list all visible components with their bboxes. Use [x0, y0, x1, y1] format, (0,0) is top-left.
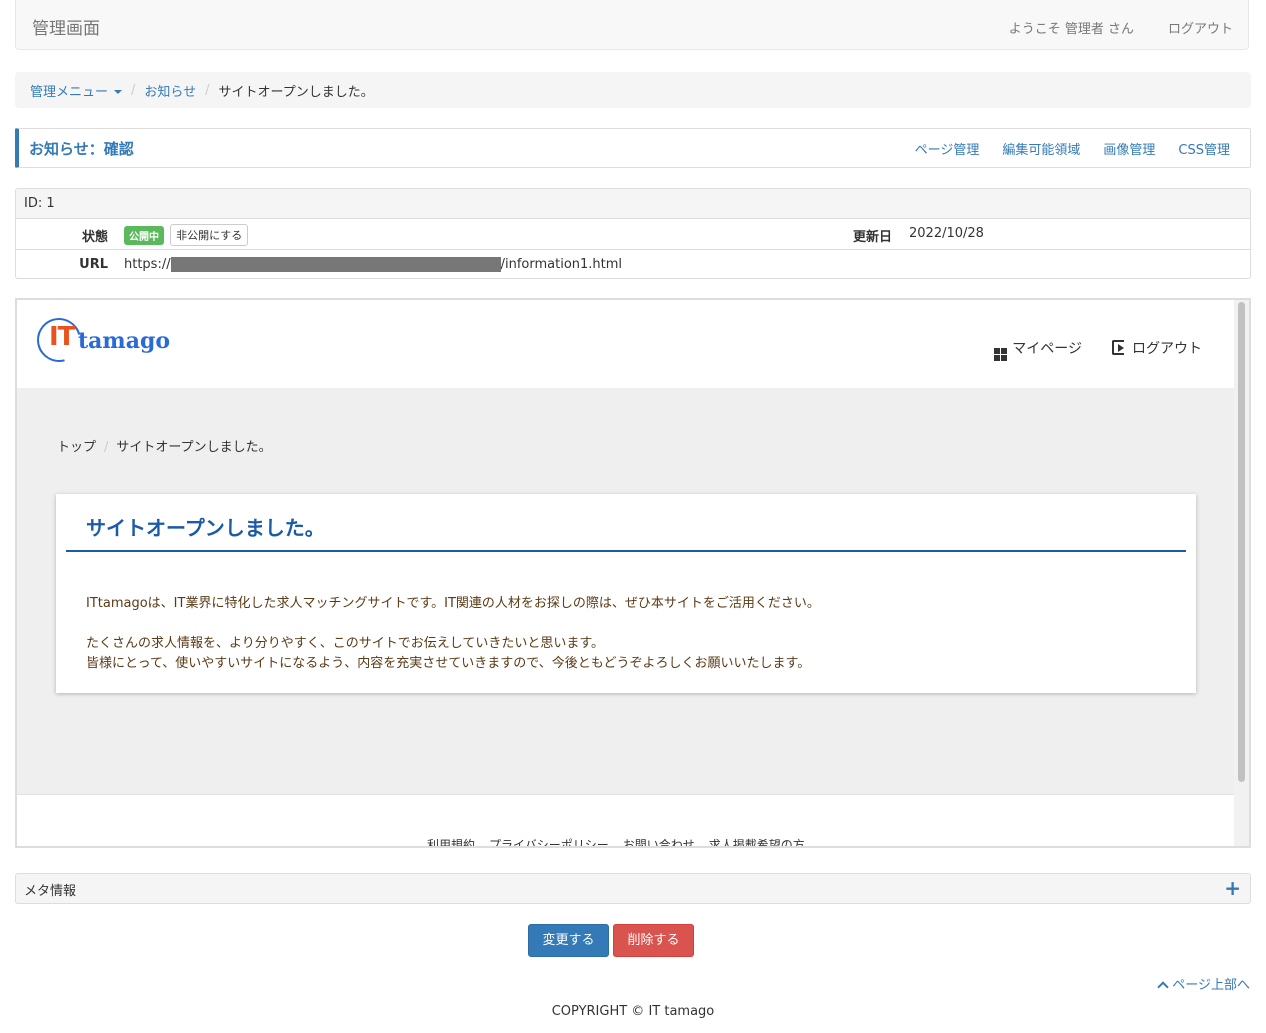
footer-link-terms[interactable]: 利用規約 [427, 836, 475, 846]
status-value: 公開中 非公開にする [124, 224, 249, 246]
status-label: 状態 [81, 230, 108, 245]
page-preview-frame[interactable]: IT tamago マイページ ログアウト トップ / サイトオープンしました。 サ… [15, 298, 1251, 848]
article-card: サイトオープンしました。 ITtamagoは、IT業界に特化した求人マッチングサ… [56, 494, 1196, 693]
preview-header: IT tamago マイページ ログアウト [17, 300, 1234, 388]
chevron-up-icon [1157, 981, 1169, 993]
breadcrumb-separator: / [104, 440, 109, 455]
meta-info-panel[interactable]: メタ情報 + [15, 873, 1251, 904]
edit-button[interactable]: 変更する [528, 924, 609, 957]
url-suffix: /information1.html [500, 257, 623, 272]
page-title: お知らせ：確認 [29, 140, 134, 158]
preview-mypage-link[interactable]: マイページ [994, 338, 1082, 361]
preview-logout-link[interactable]: ログアウト [1112, 338, 1202, 361]
editable-area-link[interactable]: 編集可能領域 [1002, 139, 1080, 158]
top-navbar: 管理画面 ようこそ 管理者 さん ログアウト [15, 0, 1249, 50]
welcome-text: ようこそ 管理者 さん [1008, 22, 1134, 37]
breadcrumb-news[interactable]: お知らせ [144, 81, 196, 100]
footer-link-job-posting[interactable]: 求人掲載希望の方 [709, 836, 805, 846]
title-divider [66, 550, 1186, 552]
logo-tamago-text: tamago [78, 328, 171, 354]
url-redacted [170, 257, 501, 272]
unpublish-button[interactable]: 非公開にする [170, 224, 249, 246]
article-title: サイトオープンしました。 [86, 516, 325, 540]
breadcrumb-admin-menu[interactable]: 管理メニュー [30, 81, 123, 100]
copyright: COPYRIGHT © IT tamago [551, 1004, 715, 1019]
article-paragraph: ITtamagoは、IT業界に特化した求人マッチングサイトです。IT関連の人材を… [86, 596, 820, 611]
preview-crumb-current: サイトオープンしました。 [116, 440, 272, 455]
preview-footer: 利用規約 プライバシーポリシー お問い合わせ 求人掲載希望の方 [17, 794, 1234, 846]
breadcrumb: 管理メニュー / お知らせ / サイトオープンしました。 [15, 72, 1251, 108]
preview-nav: マイページ ログアウト [994, 338, 1202, 361]
url-value[interactable]: https:// /information1.html [124, 257, 622, 272]
preview-scrollbar[interactable] [1234, 300, 1249, 846]
footer-link-contact[interactable]: お問い合わせ [623, 836, 695, 846]
css-management-link[interactable]: CSS管理 [1178, 139, 1230, 158]
url-row: URL https:// /information1.html [16, 250, 1250, 278]
plus-icon[interactable]: + [1224, 876, 1241, 900]
preview-breadcrumb: トップ / サイトオープンしました。 [57, 436, 272, 455]
delete-button[interactable]: 削除する [613, 924, 694, 957]
caret-down-icon [114, 90, 123, 94]
status-badge: 公開中 [124, 225, 164, 245]
scrollbar-thumb[interactable] [1238, 302, 1245, 782]
logout-icon [1112, 340, 1124, 355]
url-label: URL [79, 257, 108, 272]
breadcrumb-separator: / [205, 82, 210, 98]
article-paragraph: 皆様にとって、使いやすいサイトになるよう、内容を充実させていきますので、今後とも… [86, 656, 811, 671]
back-to-top-link[interactable]: ページ上部へ [1157, 974, 1250, 993]
preview-content: IT tamago マイページ ログアウト トップ / サイトオープンしました。 サ… [17, 300, 1234, 846]
admin-brand[interactable]: 管理画面 [32, 14, 100, 39]
breadcrumb-current: サイトオープンしました。 [218, 84, 374, 100]
preview-footer-links: 利用規約 プライバシーポリシー お問い合わせ 求人掲載希望の方 [427, 836, 805, 846]
updated-value: 2022/10/28 [909, 226, 984, 241]
record-id: ID: 1 [16, 189, 1250, 219]
url-prefix: https:// [124, 257, 171, 272]
info-table: ID: 1 状態 公開中 非公開にする 更新日 2022/10/28 URL h… [15, 188, 1251, 279]
updated-label: 更新日 [852, 230, 892, 245]
article-body: ITtamagoは、IT業界に特化した求人マッチングサイトです。IT関連の人材を… [86, 594, 820, 674]
logout-link[interactable]: ログアウト [1168, 18, 1233, 37]
breadcrumb-separator: / [131, 82, 136, 98]
ittamago-logo[interactable]: IT tamago [28, 309, 171, 371]
title-tools: ページ管理 編集可能領域 画像管理 CSS管理 [915, 139, 1230, 158]
image-management-link[interactable]: 画像管理 [1103, 139, 1155, 158]
meta-info-title: メタ情報 [24, 884, 77, 899]
grid-icon [994, 348, 1008, 361]
preview-crumb-top[interactable]: トップ [57, 440, 96, 455]
status-row: 状態 公開中 非公開にする 更新日 2022/10/28 [16, 219, 1250, 250]
preview-body: トップ / サイトオープンしました。 サイトオープンしました。 ITtamagoは、… [17, 388, 1234, 794]
footer-link-privacy[interactable]: プライバシーポリシー [489, 836, 609, 846]
logo-it-text: IT [49, 322, 75, 352]
page-title-bar: お知らせ：確認 ページ管理 編集可能領域 画像管理 CSS管理 [15, 128, 1251, 168]
page-management-link[interactable]: ページ管理 [915, 139, 980, 158]
article-paragraph: たくさんの求人情報を、より分りやすく、このサイトでお伝えしていきたいと思います。 [86, 636, 605, 651]
